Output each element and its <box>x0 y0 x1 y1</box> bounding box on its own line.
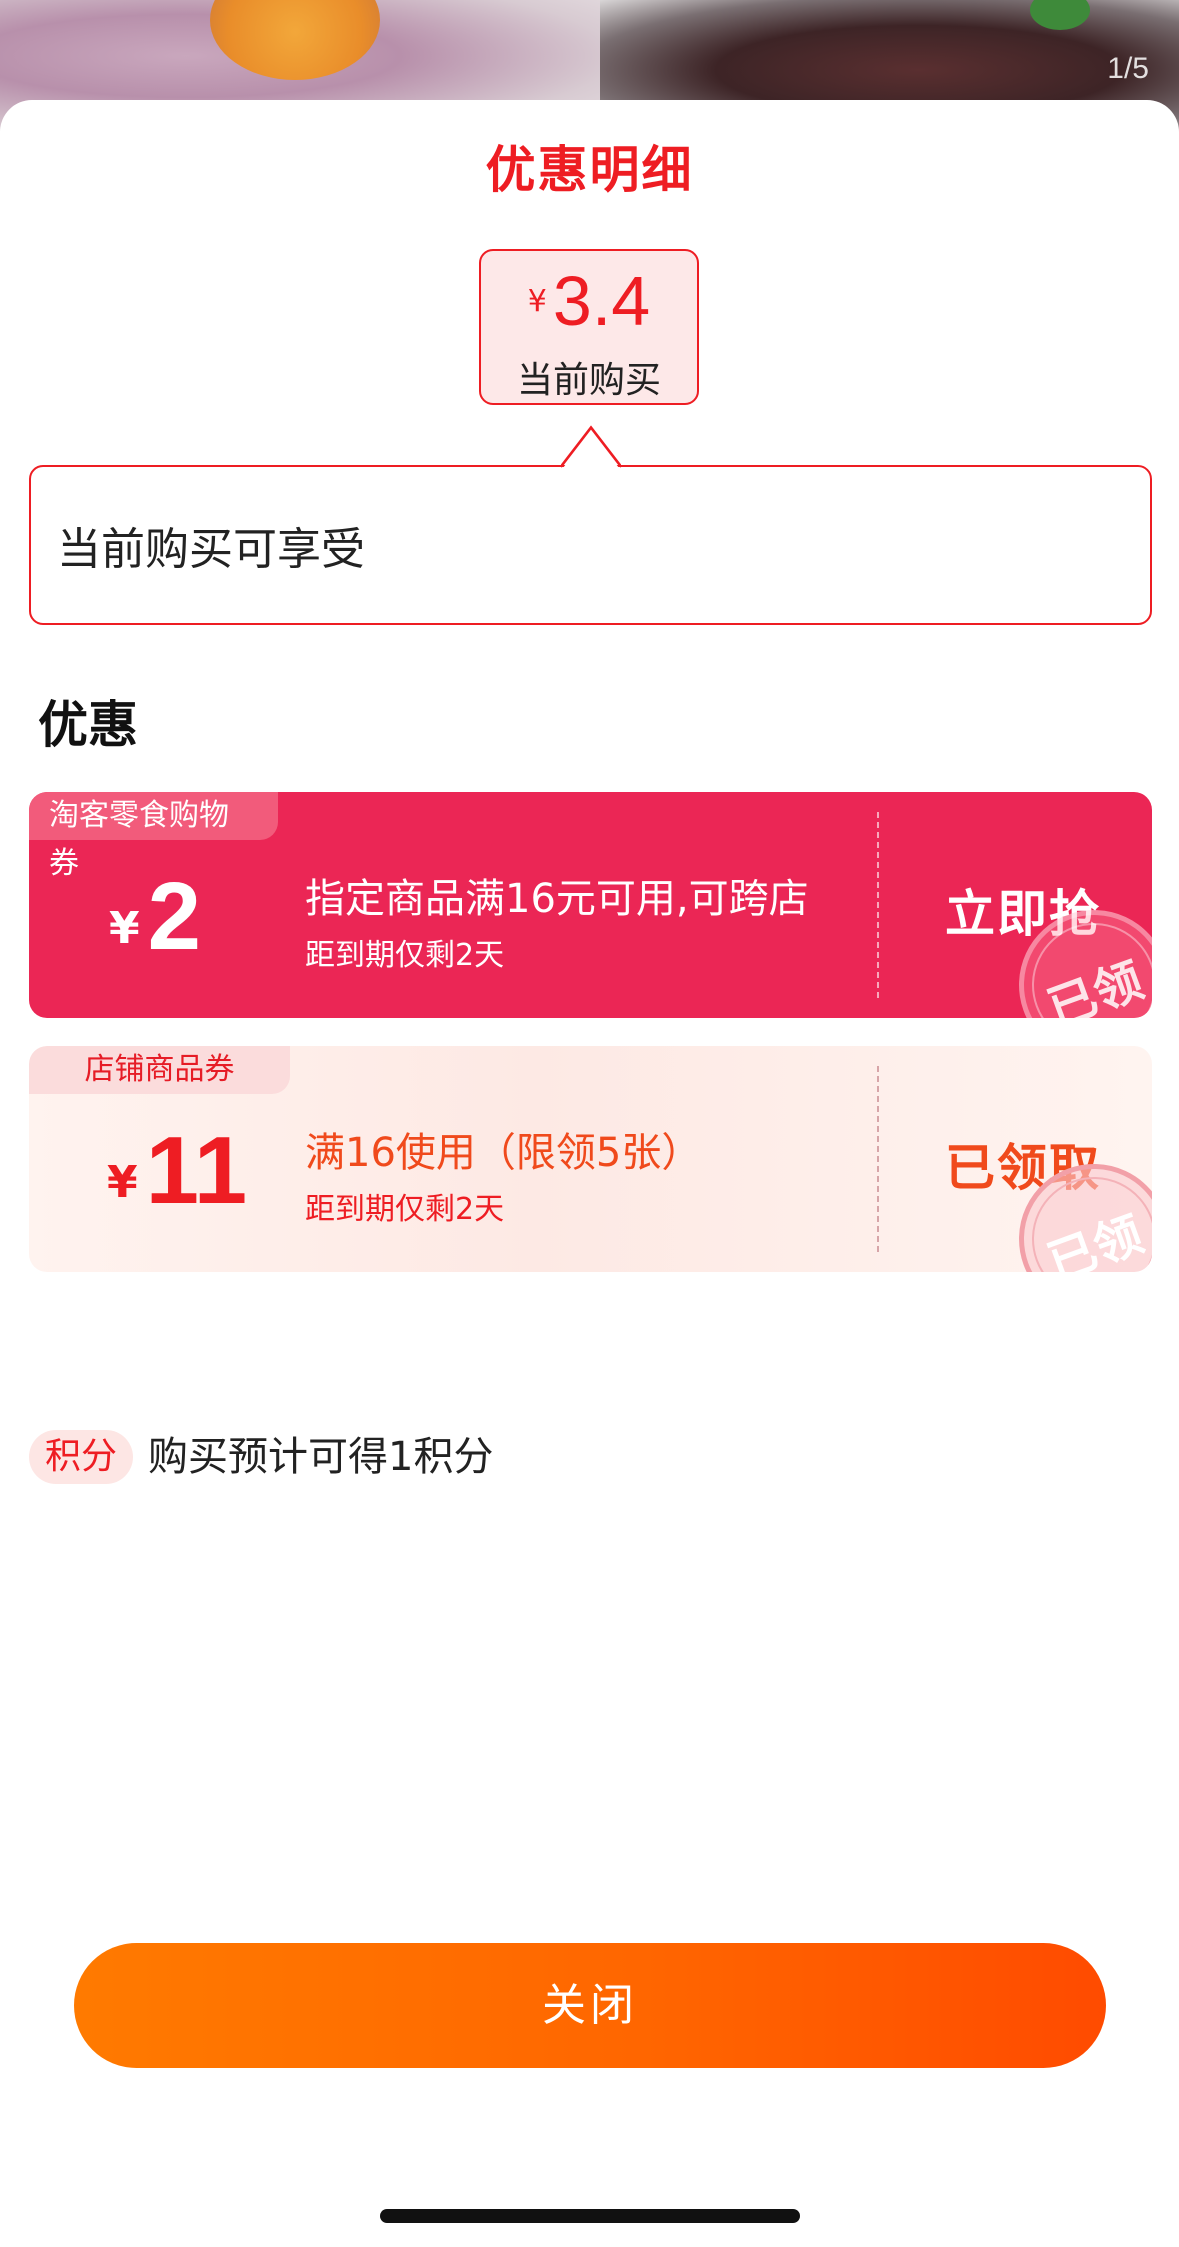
coupon-expiry: 距到期仅剩2天 <box>305 938 505 973</box>
section-title-discounts: 优惠 <box>38 696 138 754</box>
bubble-pointer-cover <box>561 426 621 468</box>
coupon-amount: ¥2 <box>109 862 201 972</box>
coupon-tag: 淘客零食购物券 <box>29 792 278 881</box>
coupon-amount: ¥11 <box>107 1116 247 1226</box>
image-page-counter: 1/5 <box>1107 52 1149 85</box>
sheet-title: 优惠明细 <box>485 141 694 199</box>
close-button[interactable]: 关闭 <box>74 1943 1106 2068</box>
coupon-expiry: 距到期仅剩2天 <box>305 1192 505 1227</box>
coupon-currency: ¥ <box>109 903 140 954</box>
points-text: 购买预计可得1积分 <box>148 1434 494 1480</box>
price-currency: ¥ <box>527 284 547 319</box>
discount-detail-sheet: 优惠明细 ¥3.4 当前购买 当前购买可享受 优惠 淘客零食购物券 ¥2 指定商… <box>0 100 1179 2247</box>
coupon-description: 指定商品满16元可用,可跨店 <box>305 876 809 922</box>
benefit-bubble-text: 当前购买可享受 <box>57 524 365 575</box>
coupon-tag: 店铺商品券 <box>29 1046 290 1094</box>
points-badge: 积分 <box>29 1430 133 1484</box>
current-price-box: ¥3.4 当前购买 <box>479 249 699 405</box>
coupon-card[interactable]: 店铺商品券 ¥11 满16使用（限领5张） 距到期仅剩2天 已领取 已领 <box>29 1046 1152 1272</box>
price-caption: 当前购买 <box>516 360 661 401</box>
benefit-bubble: 当前购买可享受 <box>29 465 1152 625</box>
coupon-value: 2 <box>147 863 202 970</box>
coupon-currency: ¥ <box>107 1157 138 1208</box>
coupon-card[interactable]: 淘客零食购物券 ¥2 指定商品满16元可用,可跨店 距到期仅剩2天 立即抢 已领 <box>29 792 1152 1018</box>
coupon-divider <box>877 812 879 998</box>
price-line: ¥3.4 <box>481 261 697 341</box>
home-indicator <box>380 2209 800 2223</box>
coupon-description: 满16使用（限领5张） <box>305 1130 702 1176</box>
coupon-value: 11 <box>145 1117 248 1224</box>
coupon-divider <box>877 1066 879 1252</box>
price-amount: 3.4 <box>552 262 651 340</box>
